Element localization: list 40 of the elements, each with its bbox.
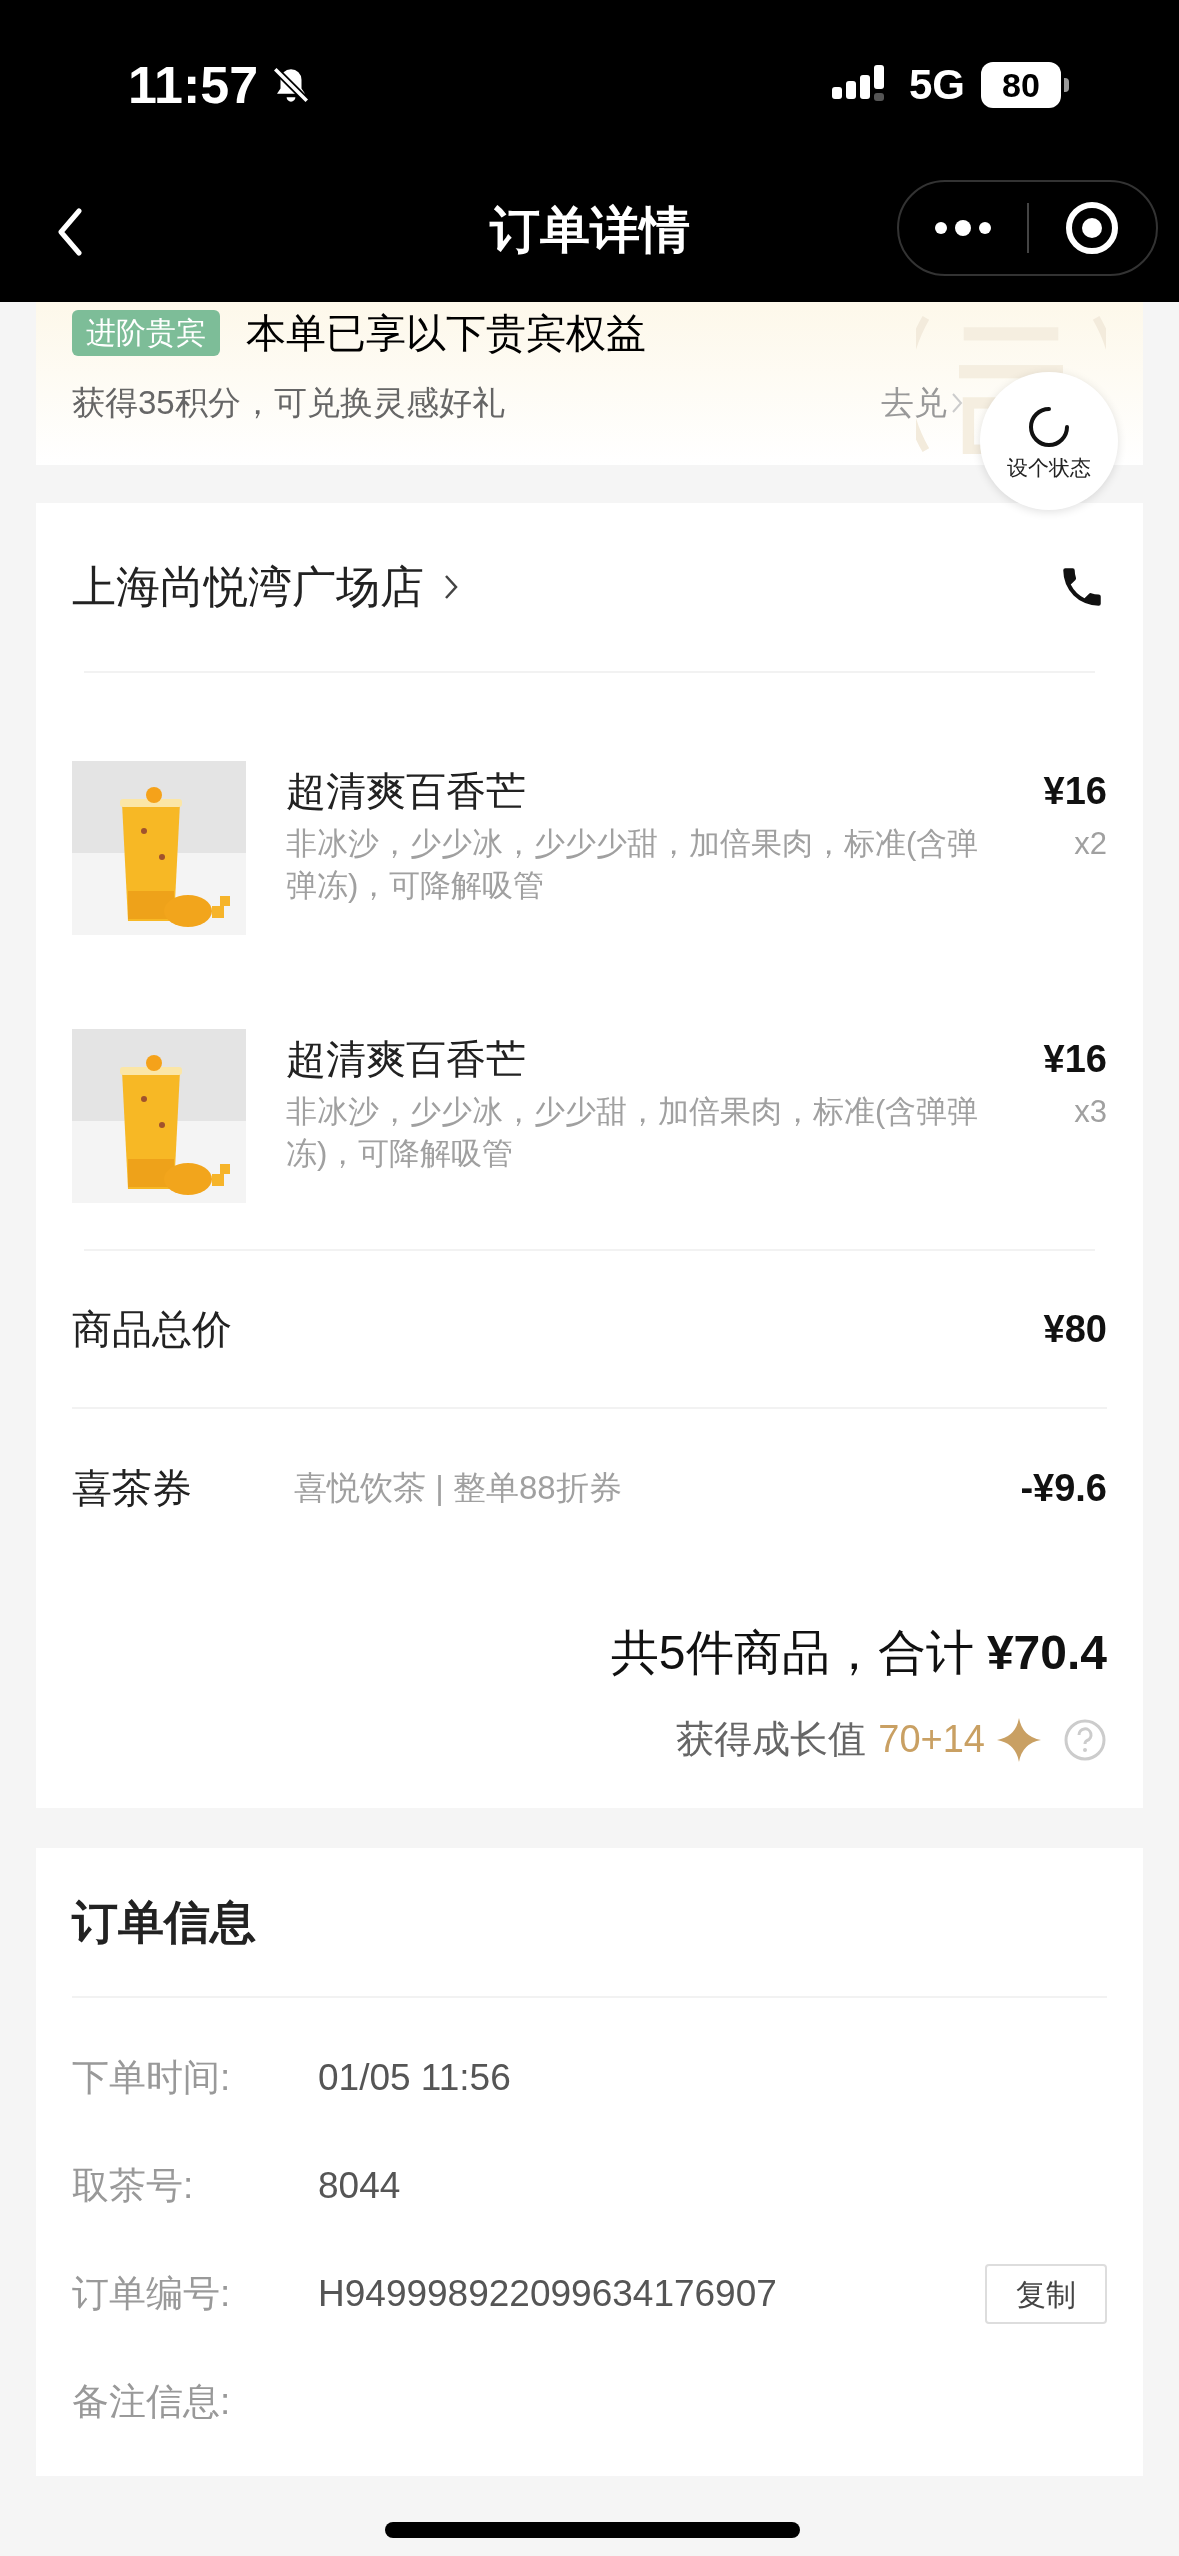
- chevron-icon: [444, 574, 458, 600]
- product-name: 超清爽百香芒: [286, 768, 527, 815]
- status-time: 11:57: [128, 59, 259, 111]
- chevron-icon: [951, 391, 963, 414]
- info-value: 01/05 11:56: [318, 2056, 512, 2101]
- target-icon: [1065, 201, 1120, 255]
- page-title: 订单详情: [488, 201, 691, 260]
- product-name: 超清爽百香芒: [286, 1036, 527, 1083]
- summary-label: 商品总价: [72, 1306, 233, 1353]
- copy-button[interactable]: 复制: [985, 2264, 1107, 2324]
- product-options: 非冰沙，少少冰，少少甜，加倍果肉，标准(含弹弹冻)，可降解吸管: [286, 1091, 986, 1175]
- battery-indicator: 80: [981, 62, 1061, 108]
- info-label: 备注信息:: [72, 2380, 232, 2425]
- store-link[interactable]: 上海尚悦湾广场店: [72, 554, 458, 620]
- back-icon[interactable]: [55, 207, 85, 257]
- product-quantity: x2: [1074, 825, 1107, 863]
- more-icon: [932, 218, 993, 238]
- growth-label: 获得成长值: [676, 1717, 867, 1762]
- summary-value: -¥9.6: [1020, 1465, 1107, 1511]
- info-label: 订单编号:: [72, 2272, 232, 2317]
- info-label: 下单时间:: [72, 2056, 232, 2101]
- coupon-detail: 喜悦饮茶 | 整单88折券: [294, 1468, 623, 1509]
- loading-icon: [1027, 404, 1071, 449]
- vip-badge: 进阶贵宾: [72, 310, 220, 356]
- product-quantity: x3: [1074, 1093, 1107, 1131]
- network-label: 5G: [908, 64, 965, 106]
- points-text: 获得35积分，可兑换灵感好礼: [72, 383, 505, 423]
- growth-value: 70+14: [878, 1717, 985, 1762]
- info-value: 8044: [318, 2164, 402, 2209]
- summary-value: ¥80: [1043, 1306, 1107, 1352]
- sparkle-icon: [997, 1717, 1041, 1762]
- product-price: ¥16: [1043, 1037, 1107, 1082]
- order-total: 共5件商品，合计 ¥70.4: [609, 1625, 1107, 1681]
- product-price: ¥16: [1043, 769, 1107, 814]
- info-label: 取茶号:: [72, 2164, 195, 2209]
- product-options: 非冰沙，少少冰，少少少甜，加倍果肉，标准(含弹弹冻)，可降解吸管: [286, 823, 986, 907]
- section-title: 订单信息: [72, 1894, 256, 1950]
- info-value: H949998922099634176907: [318, 2272, 778, 2317]
- benefit-title: 本单已享以下贵宾权益: [246, 310, 646, 357]
- summary-label: 喜茶券: [72, 1465, 193, 1512]
